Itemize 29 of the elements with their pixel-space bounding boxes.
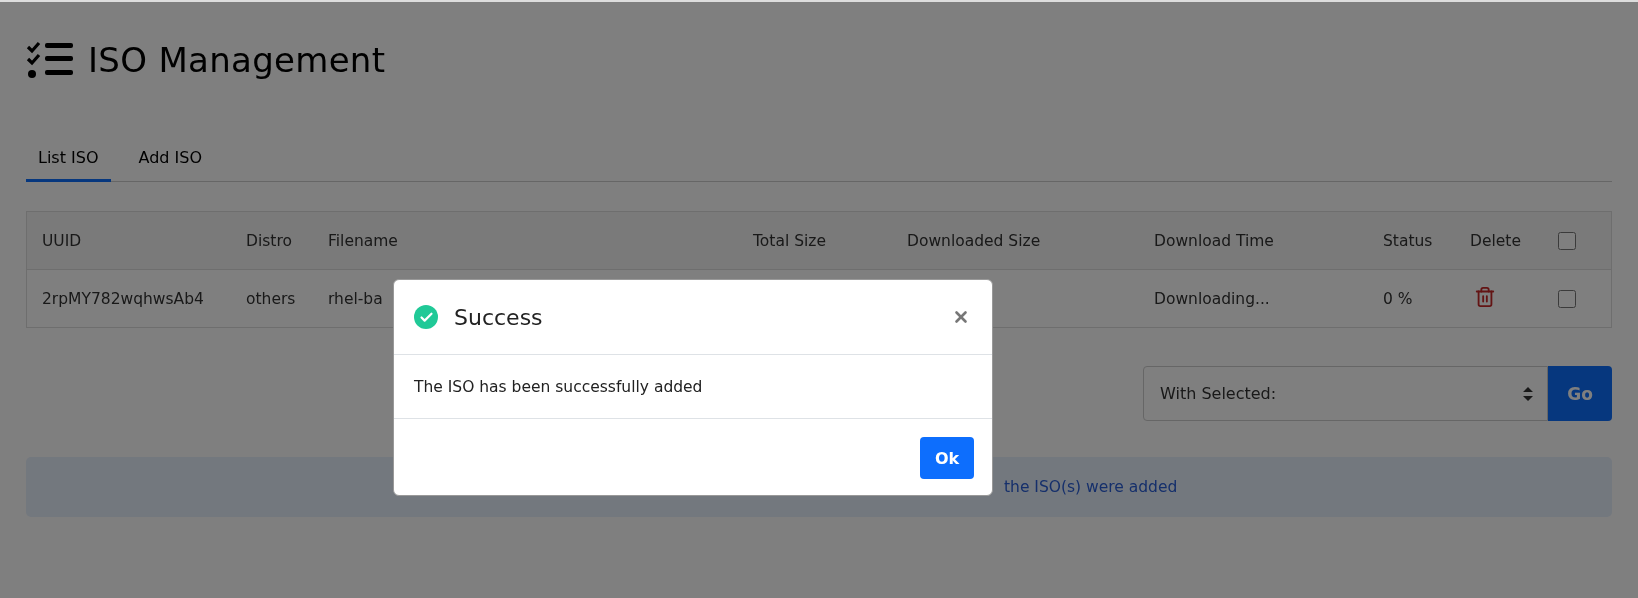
ok-button[interactable]: Ok [920,437,974,479]
sort-icon [1523,386,1533,401]
table-cell-text: others [246,289,297,308]
column-header: Download Time [1154,231,1275,250]
trash-icon[interactable] [1474,285,1496,308]
dialog-title: Success [454,304,544,330]
table-cell-text: rhel-ba [328,289,384,308]
column-header: Filename [328,231,399,250]
checklist-icon [26,41,74,79]
bulk-action-select[interactable]: With Selected: [1143,366,1548,421]
table-cell-text: Downloading... [1154,289,1271,308]
alert-text: the ISO(s) were added [1004,478,1178,496]
tab[interactable]: Add ISO [126,138,215,182]
close-icon [952,308,970,326]
column-header: Distro [246,231,293,250]
column-header: Downloaded Size [907,231,1042,250]
tab[interactable]: List ISO [26,138,111,182]
column-header: Total Size [753,231,827,250]
column-header: Status [1383,231,1434,250]
row-checkbox[interactable] [1558,289,1576,308]
table-cell-text: 0 % [1383,289,1414,308]
table-cell-text: 2rpMY782wqhwsAb4 [42,289,205,308]
dialog-message: The ISO has been successfully added [414,377,703,396]
go-button[interactable]: Go [1548,366,1612,421]
page-title: ISO Management [88,40,386,80]
check-circle-icon [414,305,438,329]
column-header: Delete [1470,231,1522,250]
select-all-checkbox[interactable] [1558,231,1576,250]
column-header: UUID [42,231,83,250]
